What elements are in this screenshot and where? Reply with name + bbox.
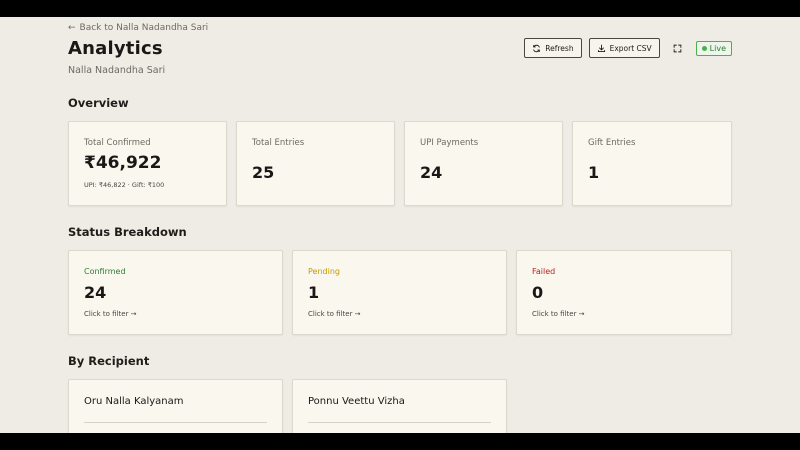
arrow-left-icon: ←: [68, 23, 76, 33]
stat-value: ₹46,922: [84, 153, 162, 173]
live-badge: Live: [695, 40, 732, 56]
recipient-card: Oru Nalla Kalyanam: [68, 379, 283, 433]
refresh-icon: [533, 44, 541, 52]
page-subtitle: Nalla Nadandha Sari: [68, 65, 166, 76]
refresh-button-label: Refresh: [545, 43, 574, 53]
click-to-filter-link[interactable]: Click to filter →: [532, 310, 585, 318]
divider: [84, 422, 267, 423]
stat-label: Gift Entries: [588, 138, 636, 148]
stat-note: UPI: ₹46,822 · Gift: ₹100: [84, 181, 165, 189]
status-breakdown-heading: Status Breakdown: [68, 225, 187, 239]
status-confirmed-card[interactable]: Confirmed 24 Click to filter →: [68, 250, 283, 335]
stat-value: 1: [588, 163, 600, 182]
status-failed-card[interactable]: Failed 0 Click to filter →: [516, 250, 732, 335]
expand-icon: [673, 44, 682, 52]
export-csv-button-label: Export CSV: [609, 43, 652, 53]
total-entries-card: Total Entries 25: [236, 121, 395, 206]
recipient-card: Ponnu Veettu Vizha: [292, 379, 507, 433]
analytics-page: ← Back to Nalla Nadandha Sari Analytics …: [0, 17, 800, 433]
export-csv-button[interactable]: Export CSV: [588, 38, 660, 58]
download-icon: [597, 44, 605, 52]
recipient-name: Oru Nalla Kalyanam: [84, 396, 184, 407]
refresh-button[interactable]: Refresh: [524, 38, 582, 58]
stat-value: 24: [420, 163, 443, 182]
recipient-name: Ponnu Veettu Vizha: [308, 396, 405, 407]
back-link[interactable]: ← Back to Nalla Nadandha Sari: [68, 23, 208, 33]
status-pending-card[interactable]: Pending 1 Click to filter →: [292, 250, 507, 335]
by-recipient-heading: By Recipient: [68, 354, 150, 368]
expand-button[interactable]: [670, 40, 686, 56]
back-link-label: Back to Nalla Nadandha Sari: [79, 23, 209, 33]
letterbox-bottom: [0, 433, 800, 450]
live-badge-label: Live: [709, 43, 726, 53]
letterbox-top: [0, 0, 800, 17]
upi-payments-card: UPI Payments 24: [404, 121, 563, 206]
status-value: 0: [532, 283, 544, 302]
total-confirmed-card: Total Confirmed ₹46,922 UPI: ₹46,822 · G…: [68, 121, 227, 206]
stat-label: UPI Payments: [420, 138, 479, 148]
stat-label: Total Entries: [252, 138, 305, 148]
overview-heading: Overview: [68, 96, 129, 110]
status-label-pending: Pending: [308, 267, 340, 276]
status-value: 24: [84, 283, 107, 302]
page-title: Analytics: [68, 38, 163, 59]
live-dot-icon: [701, 45, 707, 51]
status-value: 1: [308, 283, 320, 302]
click-to-filter-link[interactable]: Click to filter →: [308, 310, 361, 318]
stat-value: 25: [252, 163, 275, 182]
gift-entries-card: Gift Entries 1: [572, 121, 732, 206]
status-label-failed: Failed: [532, 267, 556, 276]
click-to-filter-link[interactable]: Click to filter →: [84, 310, 137, 318]
status-label-confirmed: Confirmed: [84, 267, 126, 276]
header-actions: Refresh Export CSV Live: [524, 38, 732, 58]
stat-label: Total Confirmed: [84, 138, 151, 148]
divider: [308, 422, 491, 423]
